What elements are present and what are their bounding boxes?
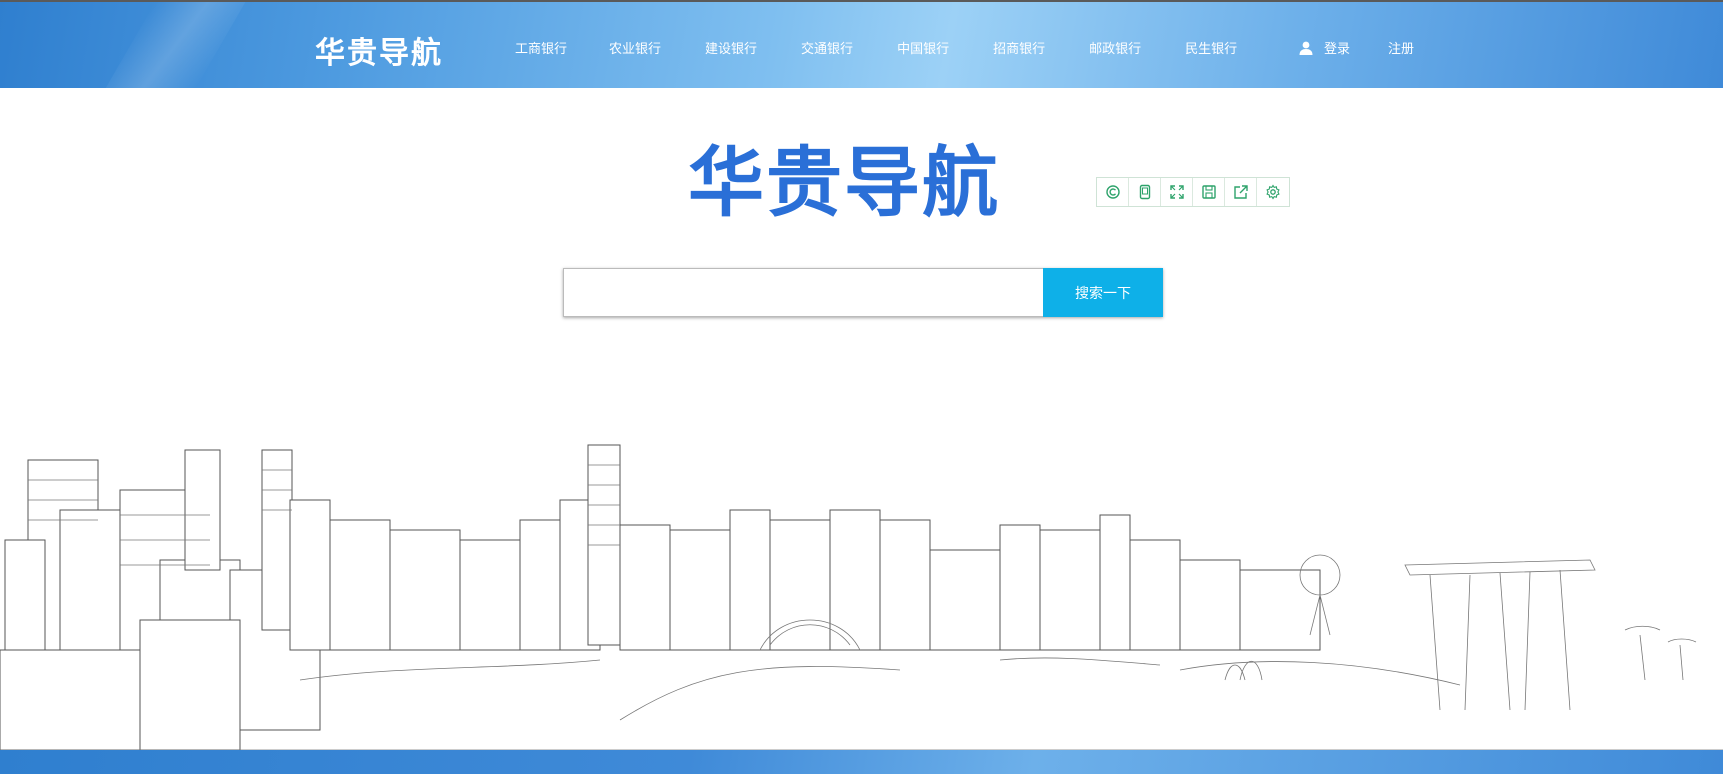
settings-button[interactable] bbox=[1257, 178, 1289, 206]
bank-nav: 工商银行 农业银行 建设银行 交通银行 中国银行 招商银行 邮政银行 民生银行 bbox=[515, 38, 1281, 57]
header-shine bbox=[104, 2, 246, 90]
nav-link-cmbc[interactable]: 民生银行 bbox=[1185, 38, 1237, 57]
city-skyline-illustration bbox=[0, 444, 1723, 750]
mobile-icon bbox=[1139, 184, 1150, 200]
fullscreen-button[interactable] bbox=[1161, 178, 1193, 206]
toolbox bbox=[1096, 177, 1290, 207]
main-logo: 华贵导航 bbox=[688, 138, 1000, 227]
nav-link-psbc[interactable]: 邮政银行 bbox=[1089, 38, 1141, 57]
nav-link-boc[interactable]: 中国银行 bbox=[897, 38, 949, 57]
user-icon bbox=[1299, 41, 1313, 55]
mobile-button[interactable] bbox=[1129, 178, 1161, 206]
share-icon bbox=[1233, 185, 1248, 199]
save-icon bbox=[1201, 185, 1216, 199]
nav-link-cmb[interactable]: 招商银行 bbox=[993, 38, 1045, 57]
user-area: 登录 注册 bbox=[1298, 38, 1452, 57]
register-link[interactable]: 注册 bbox=[1388, 38, 1414, 57]
share-button[interactable] bbox=[1225, 178, 1257, 206]
login-link[interactable]: 登录 bbox=[1324, 38, 1350, 57]
fullscreen-icon bbox=[1169, 185, 1184, 199]
search-bar: 搜索一下 bbox=[563, 268, 1163, 317]
footer-band bbox=[0, 750, 1723, 774]
nav-link-ccb[interactable]: 建设银行 bbox=[705, 38, 757, 57]
top-nav-bar: 华贵导航 工商银行 农业银行 建设银行 交通银行 中国银行 招商银行 邮政银行 … bbox=[0, 0, 1723, 90]
refresh-icon bbox=[1105, 185, 1120, 199]
nav-link-icbc[interactable]: 工商银行 bbox=[515, 38, 567, 57]
search-button[interactable]: 搜索一下 bbox=[1043, 268, 1163, 317]
save-button[interactable] bbox=[1193, 178, 1225, 206]
nav-link-bocom[interactable]: 交通银行 bbox=[801, 38, 853, 57]
refresh-button[interactable] bbox=[1097, 178, 1129, 206]
header-brand[interactable]: 华贵导航 bbox=[315, 28, 443, 72]
nav-link-abc[interactable]: 农业银行 bbox=[609, 38, 661, 57]
search-input[interactable] bbox=[563, 268, 1043, 317]
settings-icon bbox=[1266, 184, 1280, 200]
